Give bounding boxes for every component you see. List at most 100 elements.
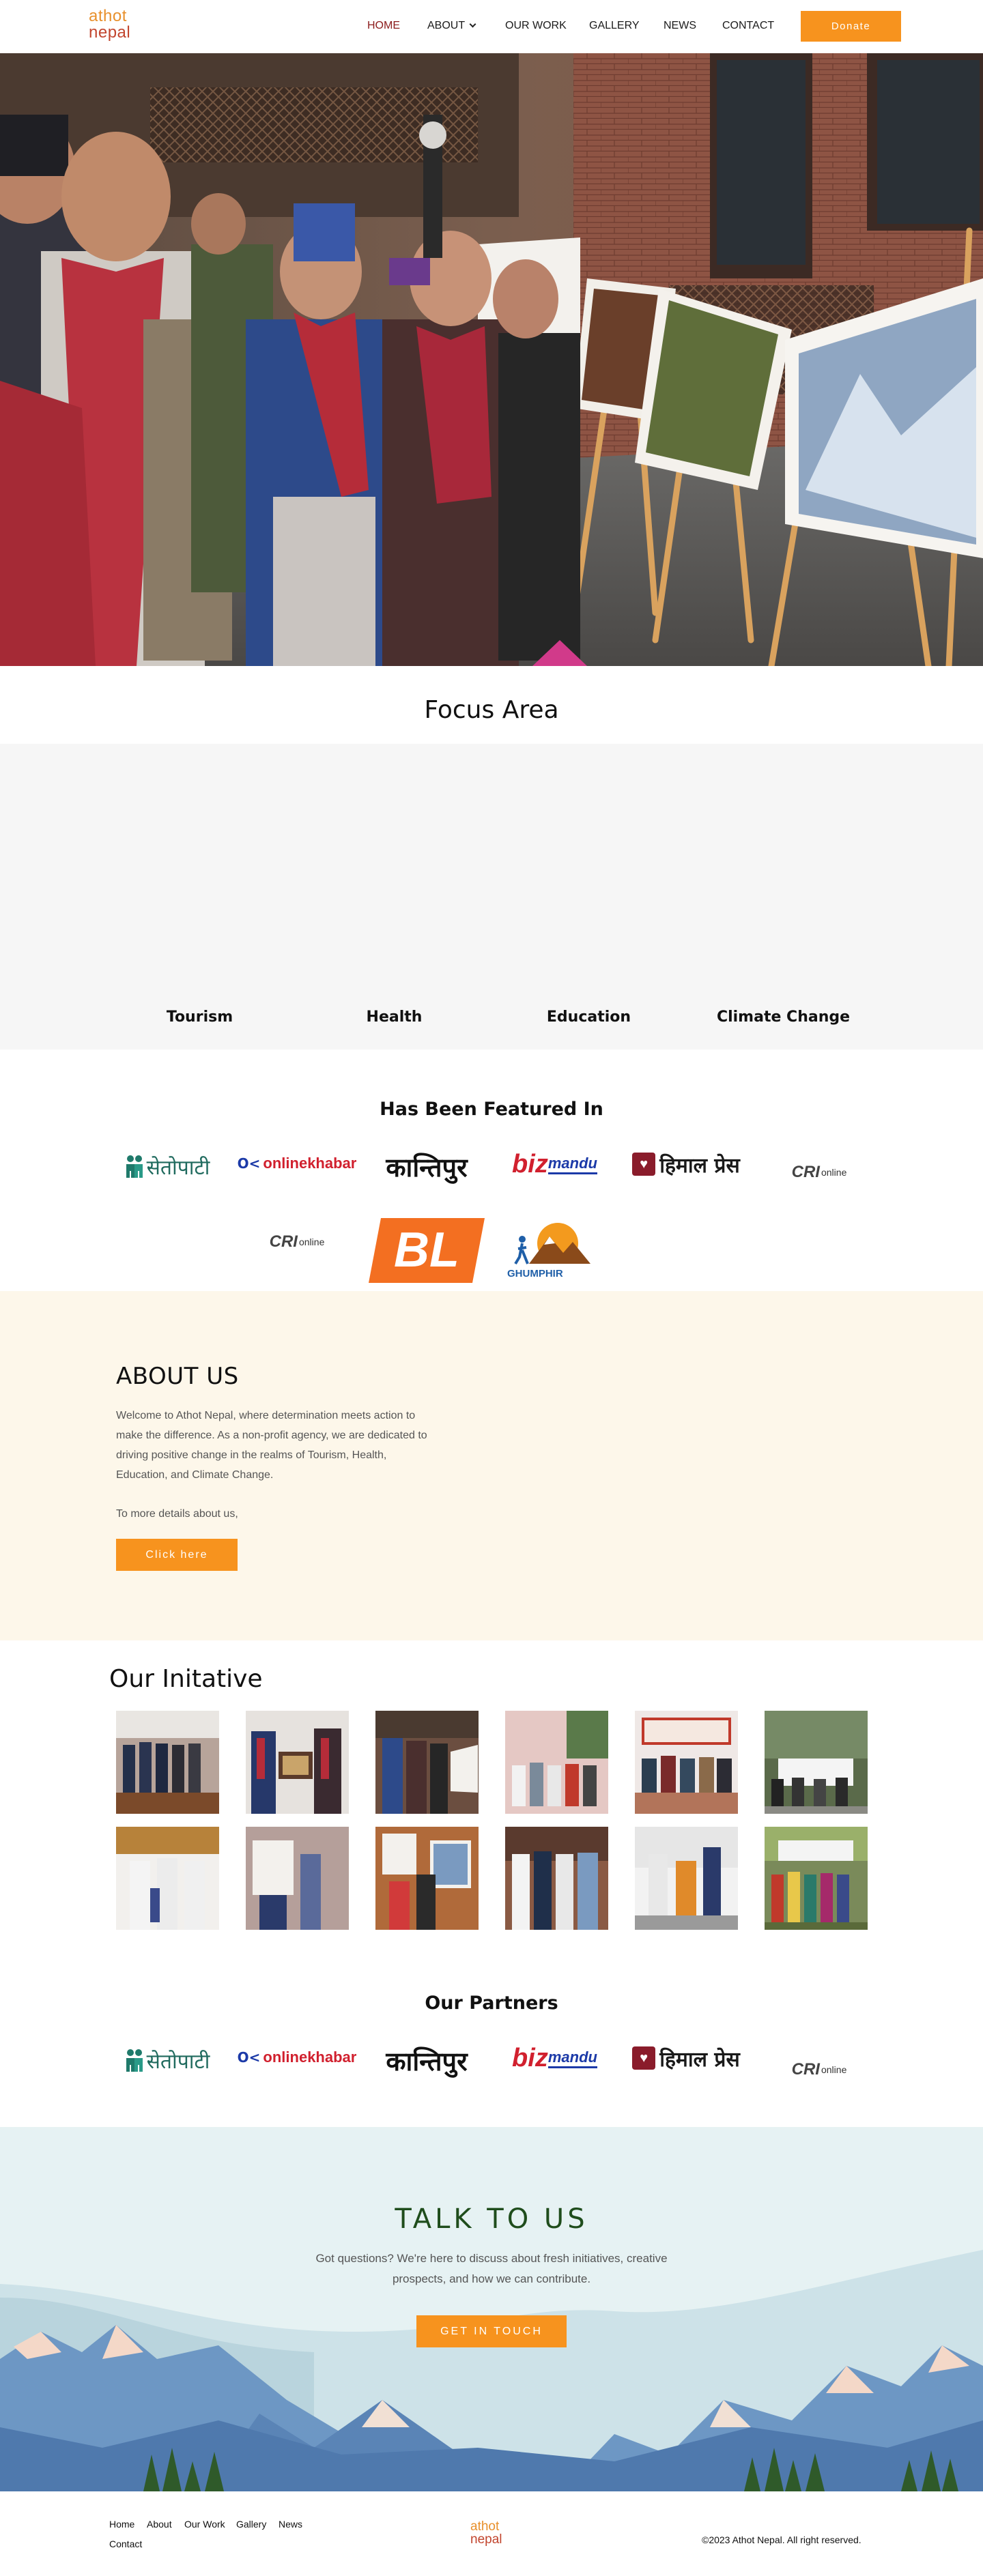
hero-image — [0, 53, 983, 666]
photo-2-image — [246, 1711, 349, 1814]
initiative-photo-12[interactable] — [765, 1827, 868, 1930]
about-section: ABOUT US Welcome to Athot Nepal, where d… — [0, 1291, 983, 1640]
initiative-photo-7[interactable] — [116, 1827, 219, 1930]
logo-line-1: athot — [89, 7, 127, 25]
footer-logo[interactable]: athot nepal — [470, 2520, 514, 2546]
about-click-here-button[interactable]: Click here — [116, 1539, 238, 1571]
initiative-title: Our Initative — [109, 1665, 263, 1693]
onlinekhabar-text: onlinekhabar — [263, 1155, 357, 1172]
initiative-photo-10[interactable] — [505, 1827, 608, 1930]
partner-kantipur-logo[interactable]: कान्तिपुर — [365, 2040, 488, 2081]
nav-our-work[interactable]: OUR WORK — [505, 20, 567, 32]
onlinekhabar-logo[interactable]: O< onlinekhabar — [236, 1150, 358, 1177]
bizmandu-biz: biz — [512, 1149, 548, 1178]
partner-setopati-text: सेतोपाटी — [146, 2049, 210, 2074]
about-more-text: To more details about us, — [116, 1508, 238, 1520]
partner-cri-online-text: online — [821, 2064, 847, 2075]
photo-1-image — [116, 1711, 219, 1814]
initiative-photo-8[interactable] — [246, 1827, 349, 1930]
logo-line-2: nepal — [89, 23, 131, 42]
focus-item-tourism[interactable]: Tourism — [102, 1009, 297, 1026]
setopati-text: सेतोपाटी — [146, 1155, 210, 1180]
bizmandu-logo[interactable]: biz mandu — [495, 1148, 614, 1180]
himal-press-logo[interactable]: ♥ हिमाल प्रेस — [625, 1148, 747, 1180]
partner-onlinekhabar-text: onlinekhabar — [263, 2049, 357, 2066]
himal-text: हिमाल प्रेस — [659, 1153, 740, 1178]
nav-gallery[interactable]: GALLERY — [589, 20, 640, 32]
talk-to-us-title: TALK TO US — [395, 2203, 588, 2235]
focus-item-education[interactable]: Education — [492, 1009, 686, 1026]
partners-title: Our Partners — [425, 1993, 558, 2014]
setopati-logo[interactable]: सेतोपाटी — [109, 1146, 225, 1186]
bl-logo[interactable]: BL — [369, 1218, 485, 1283]
footer-link-our-work[interactable]: Our Work — [184, 2519, 225, 2530]
focus-item-health[interactable]: Health — [297, 1009, 492, 1026]
bizmandu-mandu: mandu — [547, 1155, 597, 1174]
footer-link-gallery[interactable]: Gallery — [236, 2519, 266, 2530]
initiative-photo-2[interactable] — [246, 1711, 349, 1814]
footer-link-contact[interactable]: Contact — [109, 2538, 142, 2549]
people-icon — [126, 2049, 143, 2072]
partner-bizmandu-biz: biz — [512, 2043, 548, 2072]
featured-title: Has Been Featured In — [380, 1099, 603, 1120]
hero-photo — [0, 53, 983, 666]
cri-online-text-2: online — [298, 1236, 325, 1247]
cri-online-logo-2[interactable]: CRI online — [242, 1228, 352, 1256]
site-header: athot nepal HOME ABOUT OUR WORK GALLERY … — [0, 0, 983, 53]
partner-bizmandu-mandu: mandu — [547, 2049, 597, 2068]
photo-6-image — [765, 1711, 868, 1814]
initiative-photo-9[interactable] — [375, 1827, 479, 1930]
initiative-photo-11[interactable] — [635, 1827, 738, 1930]
cri-text: CRI — [791, 1163, 820, 1181]
people-icon — [126, 1155, 143, 1178]
partner-onlinekhabar-logo[interactable]: O< onlinekhabar — [236, 2044, 358, 2071]
nav-about[interactable]: ABOUT — [427, 20, 476, 32]
site-footer: Home About Our Work Gallery News Contact… — [0, 2491, 983, 2576]
footer-logo-line-2: nepal — [470, 2532, 502, 2547]
cri-online-logo[interactable]: CRI online — [765, 1159, 874, 1186]
chevron-down-icon — [469, 20, 476, 28]
initiative-photo-5[interactable] — [635, 1711, 738, 1814]
focus-item-climate-change[interactable]: Climate Change — [686, 1009, 881, 1026]
donate-button[interactable]: Donate — [801, 11, 901, 42]
himal-heart-icon: ♥ — [632, 2046, 656, 2070]
photo-4-image — [505, 1711, 608, 1814]
footer-logo-line-1: athot — [470, 2519, 500, 2534]
footer-link-home[interactable]: Home — [109, 2519, 134, 2530]
photo-3-image — [375, 1711, 479, 1814]
footer-copyright: ©2023 Athot Nepal. All right reserved. — [702, 2534, 861, 2545]
get-in-touch-button[interactable]: GET IN TOUCH — [416, 2315, 567, 2347]
photo-12-image — [765, 1827, 868, 1930]
nav-home[interactable]: HOME — [367, 20, 400, 32]
initiative-photo-6[interactable] — [765, 1711, 868, 1814]
cri-text-2: CRI — [269, 1232, 298, 1251]
kantipur-text: कान्तिपुर — [386, 1152, 468, 1183]
nav-news[interactable]: NEWS — [664, 20, 696, 32]
talk-to-us-text: Got questions? We're here to discuss abo… — [315, 2252, 668, 2285]
nav-about-label: ABOUT — [427, 20, 466, 31]
footer-link-about[interactable]: About — [147, 2519, 172, 2530]
partner-himal-press-logo[interactable]: ♥ हिमाल प्रेस — [625, 2042, 747, 2074]
partner-kantipur-text: कान्तिपुर — [386, 2046, 468, 2076]
bl-text: BL — [394, 1223, 459, 1277]
about-title: ABOUT US — [116, 1363, 239, 1390]
site-logo[interactable]: athot nepal — [89, 8, 143, 45]
kantipur-logo[interactable]: कान्तिपुर — [365, 1146, 488, 1187]
ghumphir-logo[interactable]: GHUMPHIR — [502, 1219, 604, 1284]
onlinekhabar-mark-icon: O< — [237, 1155, 261, 1172]
initiative-photo-4[interactable] — [505, 1711, 608, 1814]
footer-link-news[interactable]: News — [279, 2519, 302, 2530]
partner-cri-online-logo[interactable]: CRI online — [765, 2056, 874, 2083]
nav-contact[interactable]: CONTACT — [722, 20, 774, 32]
photo-7-image — [116, 1827, 219, 1930]
photo-5-image — [635, 1711, 738, 1814]
talk-to-us-section: TALK TO US Got questions? We're here to … — [0, 2127, 983, 2491]
photo-8-image — [246, 1827, 349, 1930]
partner-setopati-logo[interactable]: सेतोपाटी — [109, 2040, 225, 2080]
initiative-photo-3[interactable] — [375, 1711, 479, 1814]
cri-online-text: online — [821, 1167, 847, 1178]
onlinekhabar-mark-icon: O< — [237, 2049, 261, 2066]
partner-bizmandu-logo[interactable]: biz mandu — [495, 2042, 614, 2074]
about-text: Welcome to Athot Nepal, where determinat… — [116, 1410, 427, 1481]
initiative-photo-1[interactable] — [116, 1711, 219, 1814]
